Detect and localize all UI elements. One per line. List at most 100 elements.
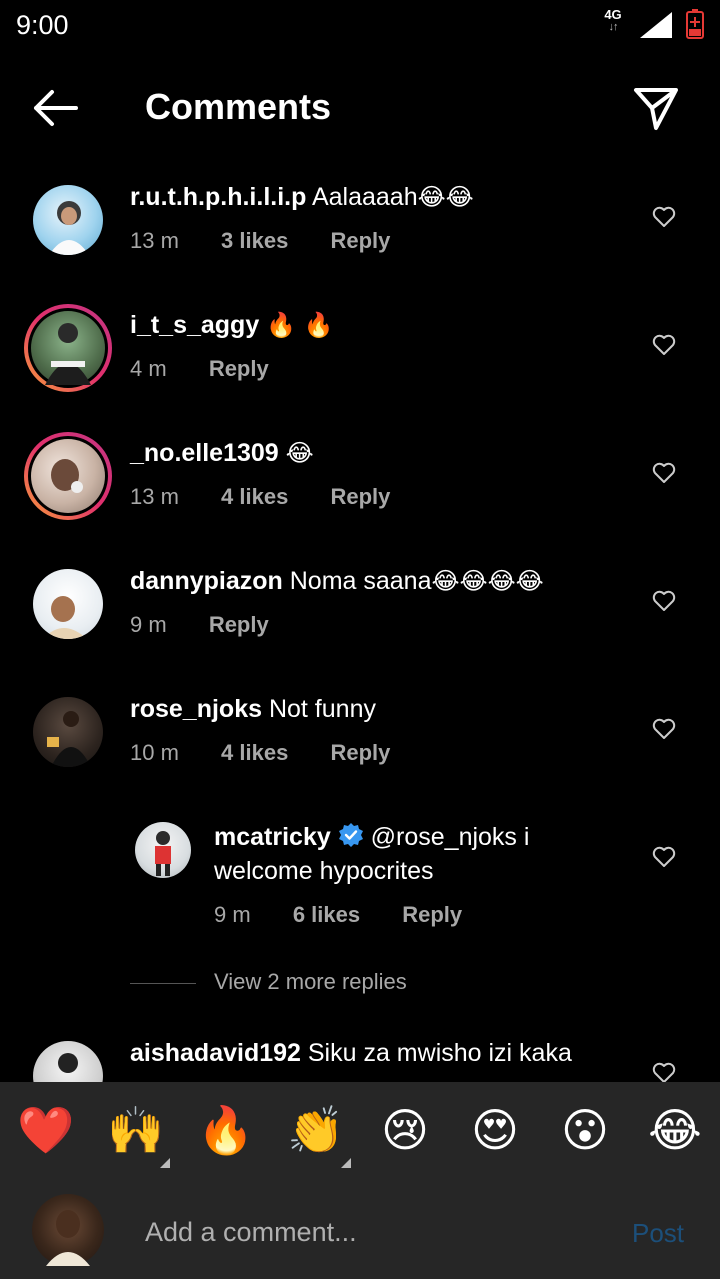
reply-likes[interactable]: 6 likes (293, 902, 360, 927)
status-time: 9:00 (16, 10, 69, 40)
reply-button[interactable]: Reply (330, 484, 390, 509)
comment-time: 4 m (130, 356, 167, 381)
skin-tone-indicator-icon (341, 1158, 351, 1168)
comments-list[interactable]: r.u.t.h.p.h.i.l.i.p Aalaaaah😂😂 13 m 3 li… (0, 160, 720, 1082)
comment-time: 9 m (130, 612, 167, 637)
comment-meta: 9 m Reply (130, 612, 305, 638)
view-more-replies-label: View 2 more replies (214, 969, 407, 994)
data-arrows: ↓↑ (608, 21, 619, 33)
reply-item: mcatricky @rose_njoks i welcome hypocrit… (0, 820, 720, 950)
page-title: Comments (145, 86, 332, 127)
comment-likes[interactable]: 4 likes (221, 740, 288, 765)
reply-button[interactable]: Reply (402, 902, 462, 927)
comment-body: rose_njoks Not funny (130, 692, 630, 726)
comment-text: Siku za mwisho izi kaka (300, 1039, 572, 1067)
back-arrow-icon[interactable] (30, 88, 80, 128)
avatar-photo (155, 831, 171, 876)
comment-input[interactable] (145, 1212, 605, 1252)
like-heart-icon[interactable] (652, 718, 676, 740)
reply-button[interactable]: Reply (209, 612, 269, 637)
mention-link[interactable]: @rose_njoks (371, 823, 517, 851)
network-indicator: 4G ↓↑ (600, 8, 626, 34)
user-avatar (32, 1194, 104, 1266)
avatar-photo (46, 1210, 90, 1266)
reply-button[interactable]: Reply (330, 228, 390, 253)
reply-username[interactable]: mcatricky (214, 823, 331, 851)
comment-username[interactable]: aishadavid192 (130, 1039, 301, 1067)
reply-button[interactable]: Reply (209, 356, 269, 381)
comment-emoji: 😂😂😂😂 (431, 567, 544, 595)
emoji-surprised-button[interactable]: 😮 (557, 1102, 613, 1158)
skin-tone-indicator-icon (160, 1158, 170, 1168)
emoji-clap-button[interactable]: 👏 (287, 1102, 344, 1158)
comment-text (279, 439, 286, 467)
reply-button[interactable]: Reply (330, 740, 390, 765)
comment-username[interactable]: r.u.t.h.p.h.i.l.i.p (130, 183, 306, 211)
comment-text: Noma saana (282, 567, 432, 595)
network-type: 4G (604, 7, 622, 22)
like-heart-icon[interactable] (652, 206, 676, 228)
avatar (31, 439, 105, 513)
comment-likes[interactable]: 3 likes (221, 228, 288, 253)
emoji-heart-eyes-button[interactable]: 😍 (467, 1102, 523, 1158)
verified-badge-icon (338, 823, 363, 847)
header: Comments (0, 60, 720, 156)
avatar[interactable] (135, 822, 191, 878)
like-heart-icon[interactable] (652, 334, 676, 356)
avatar-photo (43, 596, 87, 639)
avatar-photo (51, 459, 83, 493)
comment-time: 10 m (130, 740, 179, 765)
post-button[interactable]: Post (632, 1218, 684, 1249)
avatar-photo (58, 1053, 78, 1073)
like-heart-icon[interactable] (652, 1062, 676, 1082)
comment-body: r.u.t.h.p.h.i.l.i.p Aalaaaah😂😂 (130, 180, 630, 214)
emoji-heart-button[interactable]: ❤️ (17, 1102, 74, 1158)
comment-username[interactable]: rose_njoks (130, 695, 262, 723)
avatar-photo (47, 711, 91, 767)
comment-body: _no.elle1309 😂 (130, 436, 630, 470)
comment-username[interactable]: _no.elle1309 (130, 439, 279, 467)
comment-text: Aalaaaah (306, 183, 418, 211)
emoji-raised-hands-button[interactable]: 🙌 (107, 1102, 164, 1158)
avatar[interactable] (33, 1041, 103, 1082)
like-heart-icon[interactable] (652, 462, 676, 484)
battery-icon (686, 9, 704, 39)
avatar[interactable] (33, 569, 103, 639)
view-more-replies-button[interactable]: View 2 more replies (130, 965, 530, 1001)
comment-body: aishadavid192 Siku za mwisho izi kaka (130, 1036, 630, 1070)
comment-item: r.u.t.h.p.h.i.l.i.p Aalaaaah😂😂 13 m 3 li… (0, 180, 720, 290)
emoji-quick-reactions: ❤️ 🙌 🔥 👏 😢 😍 😮 😂 (0, 1082, 720, 1182)
comment-item: _no.elle1309 😂 13 m 4 likes Reply (0, 432, 720, 546)
like-heart-icon[interactable] (652, 590, 676, 612)
avatar-photo (49, 201, 89, 255)
comment-body: dannypiazon Noma saana😂😂😂😂 (130, 564, 630, 598)
comment-username[interactable]: i_t_s_aggy (130, 311, 259, 339)
status-bar: 9:00 4G ↓↑ (0, 0, 720, 50)
replies-divider (130, 983, 196, 984)
avatar-photo (45, 323, 91, 385)
comment-emoji: 🔥 🔥 (266, 311, 334, 339)
avatar-story-ring[interactable] (24, 432, 112, 520)
avatar[interactable] (33, 185, 103, 255)
comment-text: Not funny (262, 695, 376, 723)
comment-time: 13 m (130, 228, 179, 253)
avatar[interactable] (33, 697, 103, 767)
reply-meta: 9 m 6 likes Reply (214, 902, 498, 928)
comment-username[interactable]: dannypiazon (130, 567, 283, 595)
comment-item: rose_njoks Not funny 10 m 4 likes Reply (0, 692, 720, 802)
avatar-story-ring[interactable] (24, 304, 112, 392)
comment-body: i_t_s_aggy 🔥 🔥 (130, 308, 630, 342)
comment-item: dannypiazon Noma saana😂😂😂😂 9 m Reply (0, 564, 720, 674)
comment-item: aishadavid192 Siku za mwisho izi kaka (0, 1036, 720, 1082)
like-heart-icon[interactable] (652, 846, 676, 868)
comment-item: i_t_s_aggy 🔥 🔥 4 m Reply (0, 304, 720, 418)
emoji-laughing-button[interactable]: 😂 (647, 1102, 703, 1158)
comment-likes[interactable]: 4 likes (221, 484, 288, 509)
reply-body: mcatricky @rose_njoks i welcome hypocrit… (214, 820, 614, 888)
avatar (31, 311, 105, 385)
reply-time: 9 m (214, 902, 251, 927)
signal-icon (640, 12, 672, 38)
emoji-fire-button[interactable]: 🔥 (197, 1102, 254, 1158)
emoji-crying-button[interactable]: 😢 (377, 1102, 433, 1158)
send-direct-icon[interactable] (632, 84, 680, 132)
